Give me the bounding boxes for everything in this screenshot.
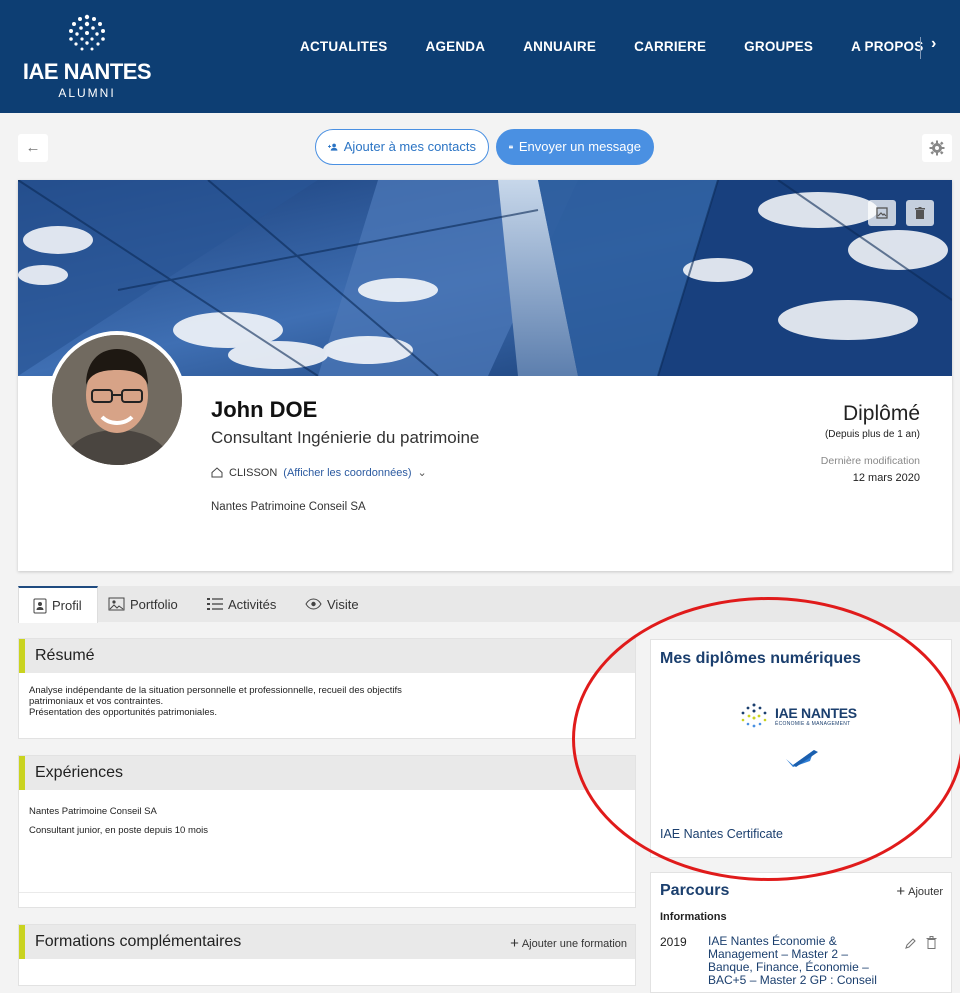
profile-photo <box>52 335 182 465</box>
resume-title: Résumé <box>19 639 635 673</box>
profile-location: CLISSON (Afficher les coordonnées) ⌄ <box>211 466 427 479</box>
parcours-subtitle: Informations <box>660 911 727 923</box>
tab-portfolio-label: Portfolio <box>130 596 178 612</box>
nav-annuaire[interactable]: ANNUAIRE <box>523 39 596 54</box>
show-contact-link[interactable]: (Afficher les coordonnées) <box>283 467 411 479</box>
parcours-diploma-text: IAE Nantes Économie & Management – Maste… <box>708 934 877 987</box>
avatar <box>48 331 186 469</box>
experiences-section: Expériences Nantes Patrimoine Conseil SA… <box>18 755 636 908</box>
status-badge: Diplômé <box>842 402 920 425</box>
settings-button[interactable] <box>922 134 952 162</box>
resume-line: Présentation des opportunités patrimonia… <box>29 707 218 718</box>
dots-logo-icon <box>69 14 105 51</box>
home-icon <box>211 467 223 478</box>
tab-profil[interactable]: Profil <box>18 586 98 623</box>
trash-icon <box>915 207 925 219</box>
resume-line: patrimoniaux et vos contraintes. <box>29 696 164 707</box>
profile-card: John DOE Consultant Ingénierie du patrim… <box>18 180 952 571</box>
portfolio-icon <box>108 597 125 611</box>
send-message-button[interactable]: Envoyer un message <box>496 129 654 165</box>
tab-visite[interactable]: Visite <box>305 586 359 622</box>
iae-logo-subtitle: ÉCONOMIE & MANAGEMENT <box>775 721 851 727</box>
top-navbar: IAE NANTES ALUMNI ACTUALITES AGENDA ANNU… <box>0 0 960 113</box>
chevron-right-icon[interactable]: › <box>931 35 936 53</box>
experience-company: Nantes Patrimoine Conseil SA <box>29 806 157 817</box>
add-contact-label: Ajouter à mes contacts <box>343 139 476 154</box>
pencil-icon[interactable] <box>905 937 917 949</box>
trash-icon[interactable] <box>926 936 937 949</box>
location-city: CLISSON <box>229 466 278 479</box>
nav-divider <box>920 37 921 59</box>
experience-role: Consultant junior, en poste depuis 10 mo… <box>29 825 209 836</box>
tab-portfolio[interactable]: Portfolio <box>108 586 178 622</box>
divider <box>19 892 635 893</box>
envelope-icon <box>509 145 513 149</box>
nav-actualites[interactable]: ACTUALITES <box>300 39 388 54</box>
profile-tabs: Profil Portfolio Activités Visite <box>18 586 960 623</box>
chevron-down-icon[interactable]: ⌄ <box>418 466 427 479</box>
parcours-box: Parcours + Ajouter Informations 2019 IAE… <box>650 872 952 993</box>
back-button[interactable]: ← <box>18 134 48 162</box>
change-cover-button[interactable] <box>868 200 896 226</box>
profile-doc-icon <box>33 598 47 613</box>
plus-icon: + <box>896 883 906 900</box>
tab-profil-label: Profil <box>52 598 82 613</box>
parcours-year: 2019 <box>660 935 687 949</box>
main-nav: ACTUALITES AGENDA ANNUAIRE CARRIERE GROU… <box>300 39 960 54</box>
iae-nantes-logo[interactable]: IAE NANTES ÉCONOMIE & MANAGEMENT <box>739 703 857 729</box>
last-modified-label: Dernière modification <box>820 455 920 467</box>
add-formation-label: Ajouter une formation <box>521 937 627 950</box>
profile-job-title: Consultant Ingénierie du patrimoine <box>211 428 480 447</box>
dots-logo-icon <box>741 703 767 728</box>
last-modified-date: 12 mars 2020 <box>852 472 920 484</box>
add-formation-button[interactable]: + Ajouter une formation <box>510 935 627 952</box>
delete-cover-button[interactable] <box>906 200 934 226</box>
add-parcours-label: Ajouter <box>908 885 943 898</box>
nav-a-propos[interactable]: A PROPOS <box>851 39 923 54</box>
iae-certificate-link[interactable]: IAE Nantes Certificate <box>660 827 783 841</box>
digital-diplomas-box: Mes diplômes numériques IAE NANTES ÉCONO… <box>650 639 952 858</box>
image-icon <box>876 207 888 219</box>
verified-check-icon <box>786 750 818 767</box>
nav-carriere[interactable]: CARRIERE <box>634 39 706 54</box>
diplomas-title: Mes diplômes numériques <box>660 650 861 667</box>
tab-activites[interactable]: Activités <box>206 586 276 622</box>
profile-company: Nantes Patrimoine Conseil SA <box>211 501 366 513</box>
experiences-title: Expériences <box>19 756 635 790</box>
add-parcours-button[interactable]: + Ajouter <box>896 883 943 900</box>
iae-alumni-logo[interactable]: IAE NANTES ALUMNI <box>20 12 154 102</box>
status-since: (Depuis plus de 1 an) <box>824 429 920 440</box>
iae-logo-title: IAE NANTES <box>775 705 857 721</box>
resume-body: Analyse indépendante de la situation per… <box>19 673 635 730</box>
formations-section: Formations complémentaires + Ajouter une… <box>18 924 636 986</box>
formations-title: Formations complémentaires <box>35 933 242 950</box>
resume-line: Analyse indépendante de la situation per… <box>29 685 402 696</box>
tab-visite-label: Visite <box>327 596 359 612</box>
logo-title: IAE NANTES <box>22 59 152 84</box>
plus-icon: + <box>510 935 519 952</box>
nav-agenda[interactable]: AGENDA <box>426 39 486 54</box>
add-contact-button[interactable]: Ajouter à mes contacts <box>315 129 489 165</box>
eye-icon <box>305 598 322 610</box>
parcours-title: Parcours <box>660 882 730 899</box>
experiences-body: Nantes Patrimoine Conseil SA Consultant … <box>19 790 635 852</box>
gear-icon <box>929 140 945 156</box>
logo-subtitle: ALUMNI <box>58 86 116 100</box>
add-user-icon <box>328 143 338 151</box>
resume-section: Résumé Analyse indépendante de la situat… <box>18 638 636 739</box>
tab-activites-label: Activités <box>228 596 277 612</box>
send-message-label: Envoyer un message <box>518 139 641 154</box>
list-icon <box>207 598 223 610</box>
profile-name: John DOE <box>211 397 318 422</box>
nav-groupes[interactable]: GROUPES <box>744 39 813 54</box>
formations-header: Formations complémentaires + Ajouter une… <box>19 925 635 959</box>
